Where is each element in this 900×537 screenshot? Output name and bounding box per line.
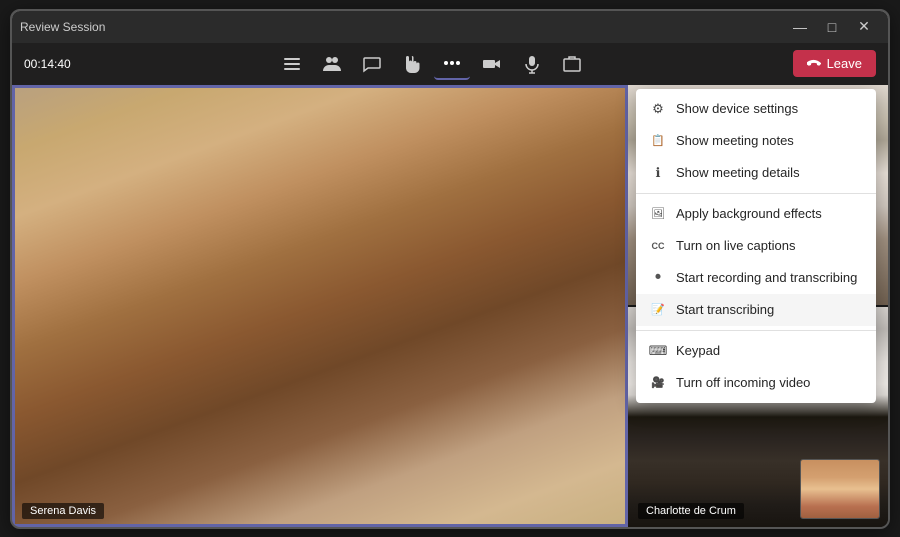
leave-button[interactable]: Leave [793,50,876,77]
more-actions-button[interactable] [434,48,470,80]
captions-icon [650,238,666,254]
show-conversation-button[interactable] [274,48,310,80]
captions-label: Turn on live captions [676,238,795,253]
record-icon [650,270,666,286]
video-button[interactable] [474,48,510,80]
chat-icon [362,54,382,74]
more-icon [442,53,462,73]
menu-divider-1 [636,193,876,194]
meeting-area: Serena Davis Aadi Kapoor Charlotte de Cr… [12,85,888,527]
serena-video-feed [12,85,628,527]
meeting-details-label: Show meeting details [676,165,800,180]
share-button[interactable] [554,48,590,80]
list-icon [282,54,302,74]
menu-item-record-transcribe[interactable]: Start recording and transcribing [636,262,876,294]
transcribe-label: Start transcribing [676,302,774,317]
background-icon [650,206,666,222]
device-settings-label: Show device settings [676,101,798,116]
app-window: Review Session — □ ✕ 00:14:40 [10,9,890,529]
title-bar: Review Session — □ ✕ [12,11,888,43]
self-view-thumbnail [800,459,880,519]
transcribe-icon [650,302,666,318]
menu-item-device-settings[interactable]: Show device settings [636,93,876,125]
record-transcribe-label: Start recording and transcribing [676,270,857,285]
menu-item-captions[interactable]: Turn on live captions [636,230,876,262]
toolbar-controls [274,48,590,80]
menu-item-transcribe[interactable]: Start transcribing [636,294,876,326]
more-actions-dropdown: Show device settings Show meeting notes … [636,89,876,403]
menu-item-meeting-notes[interactable]: Show meeting notes [636,125,876,157]
main-video-serena: Serena Davis [12,85,628,527]
serena-label: Serena Davis [22,503,104,519]
leave-label: Leave [827,56,862,71]
phone-icon [807,57,821,71]
video-icon [482,54,502,74]
video-off-icon [650,375,666,391]
raise-hand-button[interactable] [394,48,430,80]
info-icon [650,165,666,181]
menu-item-incoming-video[interactable]: Turn off incoming video [636,367,876,399]
menu-divider-2 [636,330,876,331]
menu-item-background[interactable]: Apply background effects [636,198,876,230]
meeting-timer: 00:14:40 [24,57,71,71]
keypad-icon [650,343,666,359]
window-controls: — □ ✕ [784,16,880,38]
share-icon [562,54,582,74]
meeting-notes-label: Show meeting notes [676,133,794,148]
hand-icon [402,54,422,74]
background-label: Apply background effects [676,206,822,221]
charlotte-label: Charlotte de Crum [638,503,744,519]
title-bar-left: Review Session [20,20,105,34]
meeting-toolbar: 00:14:40 [12,43,888,85]
self-view-feed [801,460,879,518]
chat-button[interactable] [354,48,390,80]
window-title: Review Session [20,20,105,34]
mic-icon [522,54,542,74]
show-participants-button[interactable] [314,48,350,80]
maximize-button[interactable]: □ [816,16,848,38]
menu-item-meeting-details[interactable]: Show meeting details [636,157,876,189]
people-icon [322,54,342,74]
notes-icon [650,133,666,149]
incoming-video-label: Turn off incoming video [676,375,810,390]
keypad-label: Keypad [676,343,720,358]
minimize-button[interactable]: — [784,16,816,38]
close-button[interactable]: ✕ [848,16,880,38]
mic-button[interactable] [514,48,550,80]
gear-icon [650,101,666,117]
menu-item-keypad[interactable]: Keypad [636,335,876,367]
